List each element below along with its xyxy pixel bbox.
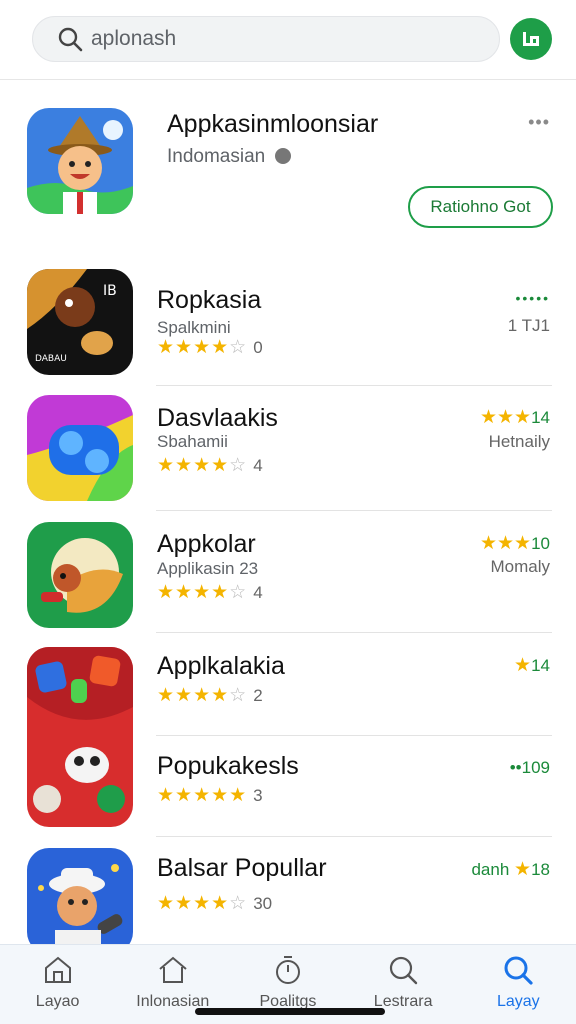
- timer-icon: [275, 956, 300, 984]
- app-meta: Momaly: [490, 557, 550, 576]
- home-icon: [159, 956, 187, 983]
- nav-label: Layay: [496, 993, 540, 1010]
- featured-action-button[interactable]: Ratiohno Got: [408, 186, 553, 228]
- app-subtitle: Spalkmini: [157, 318, 231, 337]
- rating-count: 0: [253, 338, 263, 357]
- divider: [156, 735, 552, 736]
- rank-stars: ★★★: [479, 533, 532, 554]
- featured-app-icon: [27, 108, 133, 214]
- rating-count: 2: [253, 686, 263, 705]
- app-status: ••109: [509, 758, 550, 777]
- rating-count: 3: [253, 786, 263, 805]
- app-title: Dasvlaakis: [157, 404, 278, 432]
- home-outline-icon: [44, 956, 71, 983]
- rating-stars: ★★★★☆ 2: [157, 685, 263, 706]
- rating-stars: ★★★★☆ 4: [157, 582, 263, 603]
- app-title: Balsar Popullar: [157, 854, 327, 882]
- rank-stars: ★★★: [479, 407, 532, 428]
- more-options-icon[interactable]: •••: [528, 112, 550, 133]
- app-icon: [27, 647, 133, 827]
- rank-prefix: danh: [471, 860, 510, 879]
- nav-item-layay[interactable]: Layay: [461, 945, 576, 1024]
- search-icon: [390, 956, 418, 985]
- rating-stars: ★★★★☆ 30: [157, 893, 273, 914]
- app-subtitle: Sbahamii: [157, 432, 228, 451]
- app-list: Appkasinmloonsiar ••• Indomasian Ratiohn…: [0, 80, 576, 944]
- app-rank: danh ★18: [471, 858, 550, 881]
- rating-count: 30: [253, 894, 273, 913]
- nav-label: Layao: [35, 993, 80, 1010]
- search-bar[interactable]: [32, 16, 500, 62]
- featured-app-title: Appkasinmloonsiar: [167, 110, 379, 138]
- top-bar: [0, 0, 576, 80]
- rating-stars: ★★★★☆ 0: [157, 337, 263, 358]
- rank-number: 14: [531, 656, 550, 675]
- rank-number: 10: [531, 534, 550, 553]
- featured-app-subtitle: Indomasian: [167, 146, 291, 168]
- divider: [156, 632, 552, 633]
- rank-number: 14: [531, 408, 550, 427]
- app-icon: [27, 848, 133, 944]
- app-title: Ropkasia: [157, 286, 262, 314]
- home-indicator[interactable]: [195, 1008, 385, 1015]
- globe-icon: [274, 148, 291, 164]
- account-avatar[interactable]: [510, 18, 552, 60]
- app-rank: ★14: [514, 654, 550, 677]
- rating-stars: ★★★★★ 3: [157, 785, 263, 806]
- app-meta: 1 TJ1: [507, 316, 550, 335]
- search-input[interactable]: [91, 27, 471, 51]
- rating-stars: ★★★★☆ 4: [157, 455, 263, 476]
- app-title: Popukakesls: [157, 752, 299, 780]
- nav-item-layao[interactable]: Layao: [0, 945, 115, 1024]
- divider: [156, 836, 552, 837]
- featured-app-subtitle-text: Indomasian: [167, 146, 266, 167]
- svg-text:DABAU: DABAU: [35, 354, 67, 364]
- app-rank: ★★★10: [480, 532, 550, 555]
- app-status: •••••: [515, 290, 550, 306]
- rank-stars: ★: [514, 859, 532, 880]
- divider: [156, 385, 552, 386]
- app-meta: Hetnaily: [488, 432, 550, 451]
- rating-count: 4: [253, 583, 263, 602]
- svg-text:IB: IB: [103, 283, 117, 299]
- account-icon: [523, 32, 539, 46]
- rank-number: 18: [531, 860, 550, 879]
- app-rank: ★★★14: [480, 406, 550, 429]
- app-title: Applkalakia: [157, 652, 285, 680]
- app-icon: IB DABAU: [27, 269, 133, 375]
- app-title: Appkolar: [157, 530, 256, 558]
- search-icon: [58, 27, 83, 52]
- app-icon: [27, 522, 133, 628]
- search-active-icon: [504, 956, 533, 985]
- rating-count: 4: [253, 456, 263, 475]
- app-icon: [27, 395, 133, 501]
- app-subtitle: Applikasin 23: [157, 559, 259, 578]
- divider: [156, 510, 552, 511]
- rank-stars: ★: [514, 655, 532, 676]
